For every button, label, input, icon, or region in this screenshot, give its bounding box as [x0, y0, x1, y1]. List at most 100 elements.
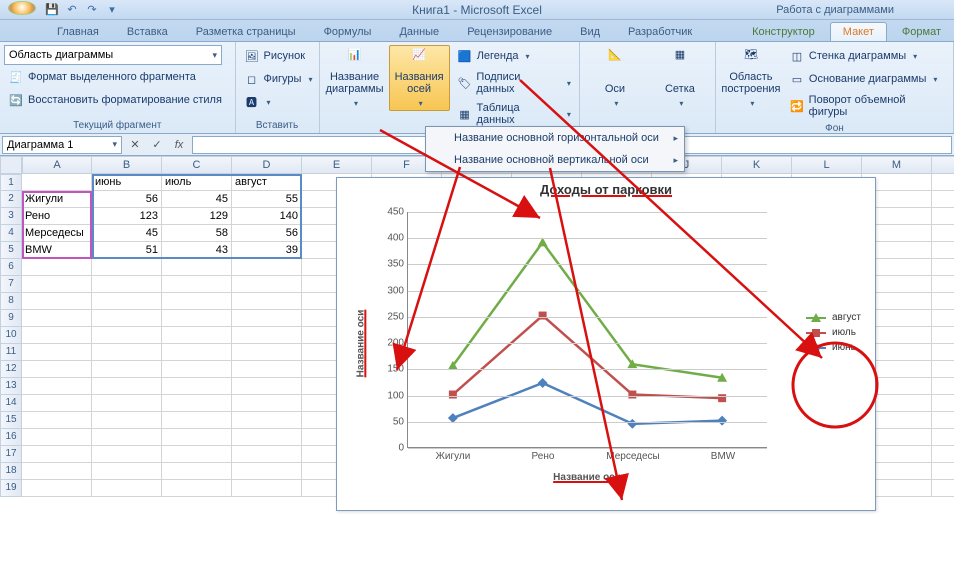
col-header[interactable]: A [22, 156, 92, 174]
cell[interactable] [932, 412, 954, 429]
row-header[interactable]: 9 [0, 310, 22, 327]
col-header[interactable]: L [792, 156, 862, 174]
save-icon[interactable]: 💾 [44, 2, 60, 18]
col-header[interactable]: M [862, 156, 932, 174]
cell[interactable] [232, 259, 302, 276]
cell[interactable]: 51 [92, 242, 162, 259]
cell[interactable] [92, 259, 162, 276]
legend-item[interactable]: июль [806, 327, 861, 338]
cell[interactable] [92, 463, 162, 480]
insert-textbox-button[interactable]: 🅰 [240, 91, 275, 113]
cell[interactable] [22, 463, 92, 480]
row-header[interactable]: 6 [0, 259, 22, 276]
row-header[interactable]: 7 [0, 276, 22, 293]
cell[interactable] [232, 327, 302, 344]
insert-shapes-button[interactable]: ◻Фигуры [240, 68, 317, 90]
cell[interactable] [932, 429, 954, 446]
row-header[interactable]: 18 [0, 463, 22, 480]
cell[interactable] [232, 361, 302, 378]
cell[interactable]: 140 [232, 208, 302, 225]
cell[interactable] [932, 310, 954, 327]
cell[interactable] [92, 429, 162, 446]
cell[interactable] [92, 327, 162, 344]
cell[interactable] [22, 174, 92, 191]
tab-review[interactable]: Рецензирование [454, 22, 565, 41]
office-button[interactable] [8, 1, 36, 15]
cell[interactable] [92, 395, 162, 412]
cell[interactable] [932, 225, 954, 242]
row-header[interactable]: 17 [0, 446, 22, 463]
cell[interactable] [162, 480, 232, 497]
cell[interactable] [162, 446, 232, 463]
cell[interactable] [932, 446, 954, 463]
cell[interactable] [932, 361, 954, 378]
cell[interactable] [932, 395, 954, 412]
x-axis-title[interactable]: Название оси [553, 472, 621, 483]
cell[interactable] [162, 293, 232, 310]
rotate-3d-button[interactable]: 🔁Поворот объемной фигуры [785, 91, 949, 121]
cell[interactable] [162, 463, 232, 480]
cell[interactable] [932, 208, 954, 225]
cell[interactable] [22, 310, 92, 327]
chart-legend[interactable]: августиюльиюнь [806, 308, 861, 357]
cell[interactable] [162, 429, 232, 446]
name-box[interactable]: Диаграмма 1 [2, 136, 122, 154]
cell[interactable] [162, 395, 232, 412]
cell[interactable]: Жигули [22, 191, 92, 208]
qat-more-icon[interactable]: ▾ [104, 2, 120, 18]
cell[interactable] [22, 344, 92, 361]
cell[interactable] [22, 378, 92, 395]
cell[interactable] [232, 446, 302, 463]
row-header[interactable]: 13 [0, 378, 22, 395]
tab-page-layout[interactable]: Разметка страницы [183, 22, 309, 41]
axis-titles-button[interactable]: 📈Названия осей [389, 45, 450, 111]
cell[interactable] [92, 378, 162, 395]
cell[interactable] [162, 378, 232, 395]
submenu-horiz-axis-title[interactable]: Название основной горизонтальной оси [426, 127, 684, 149]
row-header[interactable]: 12 [0, 361, 22, 378]
cell[interactable] [932, 293, 954, 310]
data-labels-button[interactable]: 🏷Подписи данных [453, 68, 575, 98]
y-axis-title[interactable]: Название оси [355, 310, 366, 378]
cell[interactable] [232, 293, 302, 310]
row-header[interactable]: 15 [0, 412, 22, 429]
cell[interactable] [162, 310, 232, 327]
row-header[interactable]: 4 [0, 225, 22, 242]
cell[interactable]: Мерседесы [22, 225, 92, 242]
cell[interactable] [92, 310, 162, 327]
cell[interactable] [162, 412, 232, 429]
cell[interactable] [232, 429, 302, 446]
cell[interactable]: 56 [232, 225, 302, 242]
legend-item[interactable]: июнь [806, 342, 861, 353]
cancel-icon[interactable]: ✕ [126, 136, 144, 154]
chart-title-button[interactable]: 📊Название диаграммы [324, 45, 386, 111]
cell[interactable]: июнь [92, 174, 162, 191]
cell[interactable] [232, 276, 302, 293]
cell[interactable] [22, 276, 92, 293]
cell[interactable] [22, 395, 92, 412]
select-all-corner[interactable] [0, 156, 22, 174]
cell[interactable] [92, 446, 162, 463]
cell[interactable] [932, 327, 954, 344]
row-header[interactable]: 14 [0, 395, 22, 412]
row-header[interactable]: 19 [0, 480, 22, 497]
cell[interactable] [162, 361, 232, 378]
tab-design[interactable]: Конструктор [739, 22, 828, 41]
cell[interactable] [162, 259, 232, 276]
worksheet[interactable]: ABCDEFGHIJKLMN 1234567891011121314151617… [0, 156, 954, 575]
cell[interactable] [932, 344, 954, 361]
tab-home[interactable]: Главная [44, 22, 112, 41]
cell[interactable]: 129 [162, 208, 232, 225]
tab-developer[interactable]: Разработчик [615, 22, 705, 41]
cell[interactable] [22, 361, 92, 378]
format-selection-button[interactable]: 🧾Формат выделенного фрагмента [4, 66, 200, 88]
plot-area[interactable]: 050100150200250300350400450ЖигулиРеноМер… [407, 212, 767, 448]
cell[interactable] [22, 412, 92, 429]
cell[interactable] [92, 480, 162, 497]
col-header[interactable]: B [92, 156, 162, 174]
undo-icon[interactable]: ↶ [64, 2, 80, 18]
cell[interactable] [232, 378, 302, 395]
cell[interactable] [232, 480, 302, 497]
cell[interactable] [232, 463, 302, 480]
tab-insert[interactable]: Вставка [114, 22, 181, 41]
